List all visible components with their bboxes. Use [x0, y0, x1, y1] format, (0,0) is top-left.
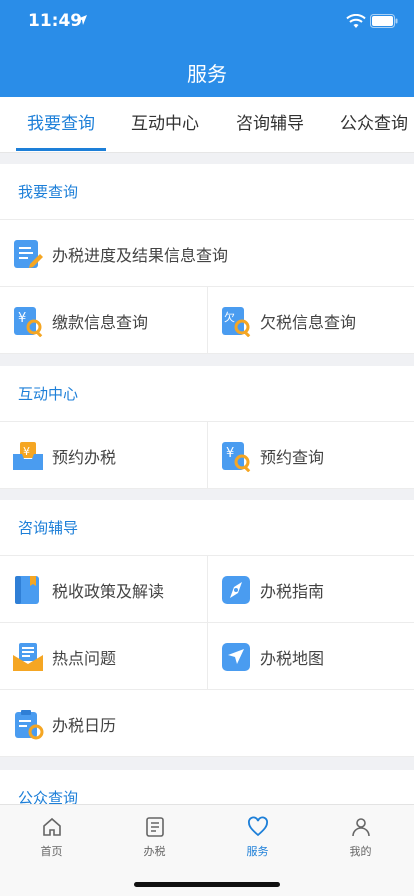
item-label: 预约查询 — [260, 447, 325, 467]
item-tax-guide[interactable]: 办税指南 — [207, 556, 414, 623]
item-label: 热点问题 — [52, 648, 117, 668]
item-label: 税收政策及解读 — [52, 581, 165, 601]
list-row: 税收政策及解读 办税指南 — [0, 556, 414, 623]
list-row: 办税进度及结果信息查询 — [0, 220, 414, 287]
document-edit-icon — [14, 239, 43, 268]
item-label: 缴款信息查询 — [52, 312, 149, 332]
item-tax-map[interactable]: 办税地图 — [207, 623, 414, 690]
section-title-consult: 咨询辅导 — [0, 500, 414, 556]
tabbar-service[interactable]: 服务 — [206, 815, 309, 859]
yuan-search-icon: ¥ — [14, 306, 43, 337]
item-tax-calendar[interactable]: 办税日历 — [0, 690, 414, 757]
item-appointment-query[interactable]: ¥ 预约查询 — [207, 422, 414, 489]
section-consult: 咨询辅导 税收政策及解读 办税指南 热点问题 办税地图 办税日历 — [0, 500, 414, 757]
book-icon — [15, 575, 39, 604]
section-title-query: 我要查询 — [0, 164, 414, 220]
tabbar-mine[interactable]: 我的 — [309, 815, 412, 859]
tabbar-label: 我的 — [349, 845, 372, 858]
list-row: ¥ 预约办税 ¥ 预约查询 — [0, 422, 414, 489]
tabbar-label: 办税 — [143, 845, 166, 858]
svg-text:¥: ¥ — [18, 311, 26, 326]
list-row: 办税日历 — [0, 690, 414, 757]
status-bar: 11:49 — [0, 0, 414, 44]
map-arrow-icon — [222, 642, 250, 671]
svg-text:¥: ¥ — [226, 446, 234, 461]
home-icon — [42, 817, 61, 836]
top-tabs: 我要查询 互动中心 咨询辅导 公众查询 — [0, 97, 414, 153]
list-row: 热点问题 办税地图 — [0, 623, 414, 690]
item-label: 办税指南 — [260, 581, 325, 601]
item-payment-query[interactable]: ¥ 缴款信息查询 — [0, 287, 207, 354]
svg-text:欠: 欠 — [224, 310, 235, 324]
user-icon — [351, 818, 370, 837]
compass-icon — [222, 575, 250, 604]
active-tab-indicator — [16, 148, 106, 151]
item-owed-tax-query[interactable]: 欠 欠税信息查询 — [207, 287, 414, 354]
list-icon — [145, 817, 164, 837]
tabbar-label: 服务 — [246, 845, 269, 858]
item-tax-policy[interactable]: 税收政策及解读 — [0, 556, 207, 623]
item-label: 预约办税 — [52, 447, 117, 467]
inbox-yuan-icon: ¥ — [13, 441, 43, 470]
tabbar-home[interactable]: 首页 — [0, 815, 103, 859]
tab-public-query[interactable]: 公众查询 — [327, 97, 414, 153]
mail-list-icon — [13, 642, 43, 671]
status-time: 11:49 — [28, 11, 83, 31]
page-title: 服务 — [187, 62, 227, 86]
tabbar-label: 首页 — [40, 845, 63, 858]
item-appointment[interactable]: ¥ 预约办税 — [0, 422, 207, 489]
item-label: 办税地图 — [260, 648, 325, 668]
section-query: 我要查询 办税进度及结果信息查询 ¥ 缴款信息查询 欠 欠税信息查询 — [0, 164, 414, 354]
item-tax-progress-query[interactable]: 办税进度及结果信息查询 — [0, 220, 414, 287]
heart-icon — [247, 816, 268, 837]
list-row: ¥ 缴款信息查询 欠 欠税信息查询 — [0, 287, 414, 354]
tabbar-tax[interactable]: 办税 — [103, 815, 206, 859]
item-label: 办税日历 — [52, 715, 117, 735]
battery-icon — [370, 14, 398, 28]
top-header: 11:49 服务 — [0, 0, 414, 97]
item-hot-questions[interactable]: 热点问题 — [0, 623, 207, 690]
section-interact: 互动中心 ¥ 预约办税 ¥ 预约查询 — [0, 366, 414, 489]
svg-text:¥: ¥ — [23, 445, 30, 458]
owed-search-icon: 欠 — [222, 306, 251, 337]
item-label: 欠税信息查询 — [260, 312, 357, 332]
location-arrow-icon — [77, 15, 87, 25]
tab-interact[interactable]: 互动中心 — [118, 97, 212, 153]
yuan-search-icon: ¥ — [222, 441, 251, 472]
tab-query[interactable]: 我要查询 — [14, 97, 108, 153]
wifi-icon — [346, 14, 366, 28]
calendar-refresh-icon — [15, 709, 44, 739]
tab-consult[interactable]: 咨询辅导 — [223, 97, 317, 153]
item-label: 办税进度及结果信息查询 — [52, 245, 229, 265]
section-title-interact: 互动中心 — [0, 366, 414, 422]
home-indicator — [134, 882, 280, 887]
